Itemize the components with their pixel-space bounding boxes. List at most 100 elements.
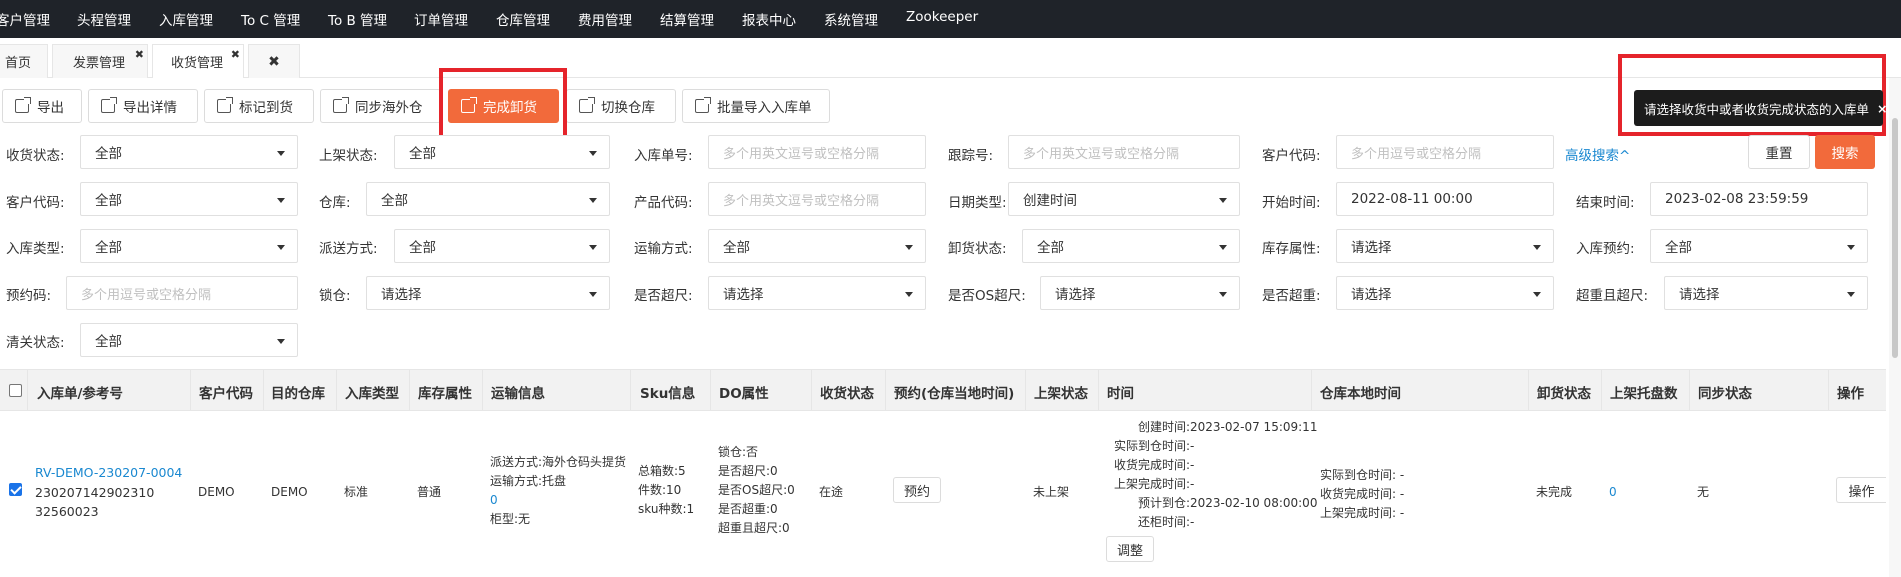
nav-system[interactable]: 系统管理 [824,9,878,29]
booking-code-input[interactable]: 多个用逗号或空格分隔 [66,276,298,310]
shelf-status-select[interactable]: 全部 [394,135,610,169]
warehouse-select[interactable]: 全部 [366,182,610,216]
close-icon: ✖ [268,53,280,70]
inbound-booking-select[interactable]: 全部 [1650,229,1868,263]
input-placeholder: 多个用英文逗号或空格分隔 [1023,146,1180,162]
export-button[interactable]: 导出 [2,89,82,123]
transport-link[interactable]: 0 [490,492,498,509]
customs-status-select[interactable]: 全部 [80,323,298,357]
close-icon[interactable]: ✖ [231,48,240,61]
reset-button[interactable]: 重置 [1748,135,1810,169]
dispatch-method-select[interactable]: 全部 [394,229,610,263]
chevron-down-icon [589,151,597,156]
nav-toc[interactable]: To C 管理 [241,9,300,29]
button-label: 标记到货 [239,100,293,116]
nav-report[interactable]: 报表中心 [742,9,796,29]
sync-overseas-button[interactable]: 同步海外仓 [320,89,441,123]
nav-zookeeper[interactable]: Zookeeper [906,9,978,25]
do-lock: 锁仓:否 [718,445,759,459]
label-shelf-status: 上架状态: [319,148,378,164]
overweight-oversize-select[interactable]: 请选择 [1664,276,1868,310]
transport-dispatch: 派送方式:海外仓码头提货 [490,455,627,469]
select-all-checkbox[interactable] [9,384,22,397]
lock-select[interactable]: 请选择 [366,276,610,310]
stock-attr-select[interactable]: 请选择 [1336,229,1554,263]
select-value: 全部 [95,193,122,209]
col-pallets: 上架托盘数 [1610,386,1678,402]
row-checkbox[interactable] [9,483,22,496]
col-sync-status: 同步状态 [1698,386,1752,402]
adjust-button[interactable]: 调整 [1106,536,1154,562]
table-row: RV-DEMO-230207-0004 230207142902310 3256… [0,411,1886,577]
transport-method: 运输方式:托盘 [490,474,567,488]
switch-warehouse-button[interactable]: 切换仓库 [566,89,676,123]
customer-code-input[interactable]: 多个用逗号或空格分隔 [1336,135,1554,169]
mark-arrived-button[interactable]: 标记到货 [204,89,314,123]
col-local-time: 仓库本地时间 [1320,386,1401,402]
label-product-code: 产品代码: [634,195,693,211]
batch-import-button[interactable]: 批量导入入库单 [682,89,830,123]
oversize-select[interactable]: 请选择 [708,276,926,310]
pallets-link[interactable]: 0 [1609,484,1617,501]
nav-inbound[interactable]: 入库管理 [159,9,213,29]
nav-tob[interactable]: To B 管理 [328,9,387,29]
button-label: 导出 [37,100,64,116]
date-type-select[interactable]: 创建时间 [1008,182,1240,216]
nav-customer[interactable]: 客户管理 [0,9,50,29]
stock-attr: 普通 [417,485,442,499]
tracking-no-input[interactable]: 多个用英文逗号或空格分隔 [1008,135,1240,169]
unload-status: 未完成 [1536,485,1573,499]
label-customer-code-2: 客户代码: [6,195,65,211]
search-button[interactable]: 搜索 [1815,135,1875,169]
input-placeholder: 多个用英文逗号或空格分隔 [723,146,880,162]
start-time-input[interactable]: 2022-08-11 00:00 [1336,182,1554,216]
action-button[interactable]: 操作 [1836,477,1886,503]
tab-home[interactable]: 首页 [0,44,48,78]
transport-method-select[interactable]: 全部 [708,229,926,263]
customer-code-select[interactable]: 全部 [80,182,298,216]
product-code-input[interactable]: 多个用英文逗号或空格分隔 [708,182,926,216]
tab-receiving[interactable]: 收货管理 ✖ [152,44,244,78]
select-value: 创建时间 [1023,193,1077,209]
nav-warehouse[interactable]: 仓库管理 [496,9,550,29]
scrollbar-thumb[interactable] [1892,118,1898,358]
top-nav: 客户管理 头程管理 入库管理 To C 管理 To B 管理 订单管理 仓库管理… [0,0,1901,38]
select-value: 请选择 [381,287,422,303]
close-icon[interactable]: ✖ [135,48,144,61]
tab-invoice[interactable]: 发票管理 ✖ [52,44,148,78]
label-unload-status: 卸货状态: [948,241,1007,257]
receive-status-select[interactable]: 全部 [80,135,298,169]
inbound-no-input[interactable]: 多个用英文逗号或空格分隔 [708,135,926,169]
tab-close-all[interactable]: ✖ [248,44,300,78]
edit-icon [695,97,711,113]
chevron-down-icon [277,198,285,203]
inbound-type-select[interactable]: 全部 [80,229,298,263]
toast-text: 请选择收货中或者收货完成状态的入库单 [1644,101,1870,117]
overweight-select[interactable]: 请选择 [1336,276,1554,310]
tab-label: 收货管理 [171,56,224,71]
button-label: 切换仓库 [601,100,655,116]
unload-status-select[interactable]: 全部 [1022,229,1240,263]
os-oversize-select[interactable]: 请选择 [1040,276,1240,310]
advanced-search-link[interactable]: 高级搜索^ [1565,144,1630,164]
nav-first-leg[interactable]: 头程管理 [77,9,131,29]
nav-settlement[interactable]: 结算管理 [660,9,714,29]
end-time-input[interactable]: 2023-02-08 23:59:59 [1650,182,1868,216]
label-inbound-no: 入库单号: [634,148,693,164]
label-inbound-type: 入库类型: [6,241,65,257]
booking-button[interactable]: 预约 [893,477,941,503]
inbound-no-link[interactable]: RV-DEMO-230207-0004 [35,464,182,481]
label-booking-code: 预约码: [6,288,52,304]
close-icon[interactable]: × [1877,101,1887,116]
nav-fee[interactable]: 费用管理 [578,9,632,29]
select-value: 请选择 [723,287,764,303]
nav-order[interactable]: 订单管理 [414,9,468,29]
sku-pieces: 件数:10 [638,483,682,497]
col-warehouse: 目的仓库 [271,386,325,402]
time-value: 2023-02-07 15:09:11 [1190,420,1318,434]
page-scrollbar[interactable] [1889,78,1901,577]
export-detail-button[interactable]: 导出详情 [88,89,198,123]
label-customer-code: 客户代码: [1262,148,1321,164]
chevron-down-icon [1219,198,1227,203]
chevron-down-icon [589,245,597,250]
